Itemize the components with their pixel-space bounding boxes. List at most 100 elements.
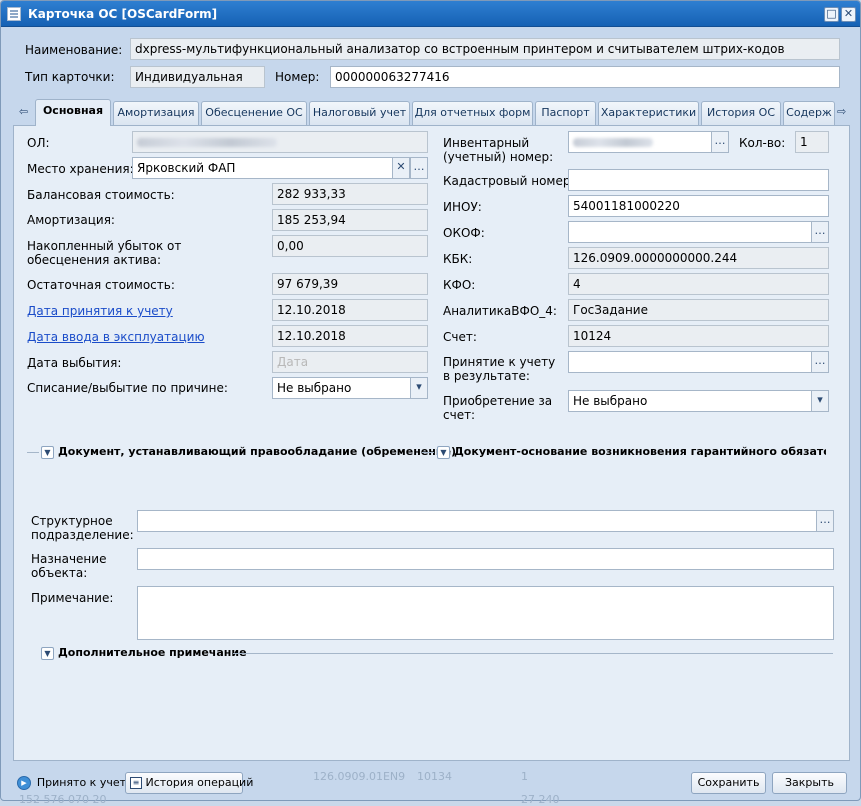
close-window-button[interactable]: ✕ — [841, 7, 856, 22]
history-operations-button[interactable]: ≡ История операций — [125, 772, 253, 794]
acquisition-label: Приобретение за счет: — [443, 394, 553, 422]
tab-scroll-right-icon[interactable]: ⇨ — [837, 105, 846, 118]
impairment-loss-label: Накопленный убыток от обесценения актива… — [27, 239, 182, 267]
warranty-doc-title[interactable]: Документ-основание возникновения гаранти… — [454, 445, 826, 458]
maximize-icon: □ — [826, 7, 837, 20]
okof-field[interactable] — [568, 221, 812, 243]
analytics-field[interactable]: ГосЗадание — [568, 299, 829, 321]
acquisition-dropdown-button[interactable]: ▾ — [811, 390, 829, 412]
tab-passport[interactable]: Паспорт — [535, 101, 596, 125]
exploit-date-field[interactable]: 12.10.2018 — [272, 325, 428, 347]
accept-date-field[interactable]: 12.10.2018 — [272, 299, 428, 321]
chevron-down-icon: ▼ — [440, 448, 447, 457]
disposal-date-field[interactable]: Дата — [272, 351, 428, 373]
inventory-number-field[interactable] — [568, 131, 712, 153]
storage-clear-button[interactable]: ✕ — [392, 157, 410, 179]
close-icon: ✕ — [843, 7, 854, 20]
purpose-label: Назначение объекта: — [31, 552, 107, 580]
number-label: Номер: — [275, 70, 320, 84]
maximize-button[interactable]: □ — [824, 7, 839, 22]
exploit-date-link[interactable]: Дата ввода в эксплуатацию — [27, 330, 205, 344]
struct-unit-field[interactable] — [137, 510, 817, 532]
section-divider — [27, 452, 39, 453]
close-button[interactable]: Закрыть — [772, 772, 847, 794]
disposal-date-label: Дата выбытия: — [27, 356, 122, 370]
chevron-down-icon: ▾ — [416, 380, 422, 393]
purpose-field[interactable] — [137, 548, 834, 570]
save-button[interactable]: Сохранить — [691, 772, 766, 794]
extra-note-toggle[interactable]: ▼ — [41, 647, 54, 660]
struct-unit-select-button[interactable]: … — [816, 510, 834, 532]
bg-kbk: 126.0909.01EN9 — [313, 770, 406, 783]
extra-note-title[interactable]: Дополнительное примечание — [58, 646, 247, 659]
kbk-field[interactable]: 126.0909.0000000000.244 — [568, 247, 829, 269]
rights-doc-title[interactable]: Документ, устанавливающий правообладание… — [58, 445, 456, 458]
ellipsis-icon: … — [814, 224, 826, 237]
tab-characteristics[interactable]: Характеристики — [598, 101, 699, 125]
accept-result-field[interactable] — [568, 351, 812, 373]
writeoff-select[interactable]: Не выбрано — [272, 377, 411, 399]
bg-amount: 152 576 070 20 — [19, 793, 107, 806]
play-icon: ▶ — [17, 775, 31, 790]
number-field[interactable]: 000000063277416 — [330, 66, 840, 88]
note-textarea[interactable] — [137, 586, 834, 640]
inventory-select-button[interactable]: … — [711, 131, 729, 153]
okof-select-button[interactable]: … — [811, 221, 829, 243]
accept-result-select-button[interactable]: … — [811, 351, 829, 373]
residual-label: Остаточная стоимость: — [27, 278, 175, 292]
tab-tax[interactable]: Налоговый учет — [309, 101, 410, 125]
tab-main[interactable]: Основная — [35, 99, 111, 126]
writeoff-dropdown-button[interactable]: ▾ — [410, 377, 428, 399]
section-divider — [233, 653, 833, 654]
os-card-window: Карточка ОС [OSCardForm] □ ✕ Наименовани… — [0, 0, 861, 806]
amortization-field[interactable]: 185 253,94 — [272, 209, 428, 231]
accept-date-link[interactable]: Дата принятия к учету — [27, 304, 173, 318]
tab-reports[interactable]: Для отчетных форм — [412, 101, 533, 125]
writeoff-label: Списание/выбытие по причине: — [27, 381, 228, 395]
history-operations-label: История операций — [145, 776, 254, 789]
tab-impairment[interactable]: Обесценение ОС — [201, 101, 307, 125]
account-label: Счет: — [443, 330, 477, 344]
card-type-label: Тип карточки: — [25, 70, 115, 84]
warranty-doc-toggle[interactable]: ▼ — [437, 446, 450, 459]
ol-field[interactable] — [132, 131, 428, 153]
ellipsis-icon: … — [819, 513, 831, 526]
card-type-field[interactable]: Индивидуальная — [130, 66, 265, 88]
tab-history[interactable]: История ОС — [701, 101, 781, 125]
bg-amount-2: 27 240 — [521, 793, 560, 806]
storage-select-button[interactable]: … — [410, 157, 428, 179]
analytics-label: АналитикаВФО_4: — [443, 304, 557, 318]
window-app-icon — [7, 7, 21, 21]
impairment-loss-field[interactable]: 0,00 — [272, 235, 428, 257]
tab-contents[interactable]: Содерж — [783, 101, 835, 125]
redacted-value — [573, 138, 653, 147]
name-label: Наименование: — [25, 43, 123, 57]
balance-field[interactable]: 282 933,33 — [272, 183, 428, 205]
qty-field[interactable]: 1 — [795, 131, 829, 153]
name-field[interactable]: dxpress-мультифункциональный анализатор … — [130, 38, 840, 60]
account-field[interactable]: 10124 — [568, 325, 829, 347]
storage-field[interactable]: Ярковский ФАП — [132, 157, 393, 179]
rights-doc-toggle[interactable]: ▼ — [41, 446, 54, 459]
ellipsis-icon: … — [714, 134, 726, 147]
struct-unit-label: Структурное подразделение: — [31, 514, 134, 542]
kbk-label: КБК: — [443, 252, 473, 266]
acquisition-select[interactable]: Не выбрано — [568, 390, 812, 412]
accepted-label: Принято к учету — [36, 776, 133, 789]
tab-amortization[interactable]: Амортизация — [113, 101, 199, 125]
list-icon: ≡ — [130, 777, 142, 789]
ellipsis-icon: … — [413, 160, 425, 173]
bg-qty: 1 — [521, 770, 528, 783]
accepted-status: ▶ Принято к учету — [17, 775, 133, 791]
tab-scroll-left-icon[interactable]: ⇦ — [19, 105, 28, 118]
title-bar[interactable]: Карточка ОС [OSCardForm] □ ✕ — [1, 1, 860, 27]
okof-label: ОКОФ: — [443, 226, 485, 240]
amortization-label: Амортизация: — [27, 213, 115, 227]
residual-field[interactable]: 97 679,39 — [272, 273, 428, 295]
inou-field[interactable]: 54001181000220 — [568, 195, 829, 217]
kfo-field[interactable]: 4 — [568, 273, 829, 295]
section-divider — [422, 452, 434, 453]
cadastral-field[interactable] — [568, 169, 829, 191]
inventory-number-label: Инвентарный (учетный) номер: — [443, 136, 554, 164]
note-label: Примечание: — [31, 591, 114, 605]
